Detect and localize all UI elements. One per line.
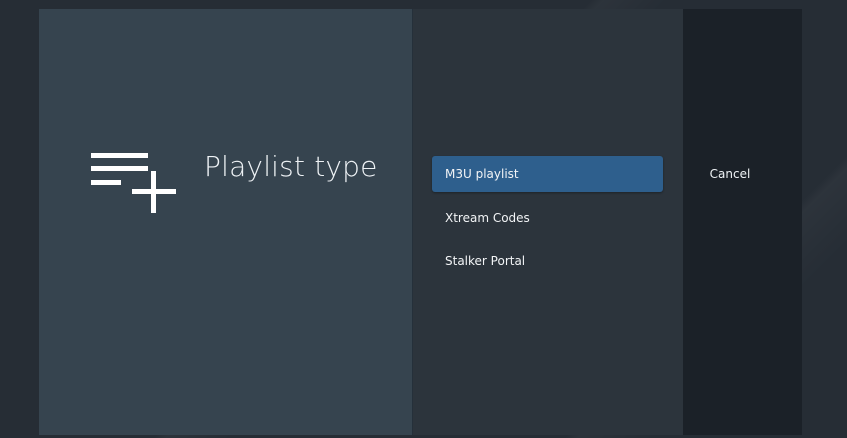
- option-label: Xtream Codes: [445, 211, 530, 225]
- page-title: Playlist type: [204, 150, 378, 183]
- cancel-button[interactable]: Cancel: [683, 167, 777, 181]
- option-label: Stalker Portal: [445, 254, 526, 268]
- option-xtream-codes[interactable]: Xtream Codes: [432, 200, 663, 236]
- option-m3u-playlist[interactable]: M3U playlist: [432, 156, 663, 192]
- playlist-add-icon: [91, 151, 179, 215]
- actions-panel: [683, 9, 802, 435]
- option-label: M3U playlist: [445, 167, 519, 181]
- dialog-info-panel: [39, 9, 412, 435]
- cancel-label: Cancel: [709, 167, 751, 181]
- option-stalker-portal[interactable]: Stalker Portal: [432, 243, 663, 279]
